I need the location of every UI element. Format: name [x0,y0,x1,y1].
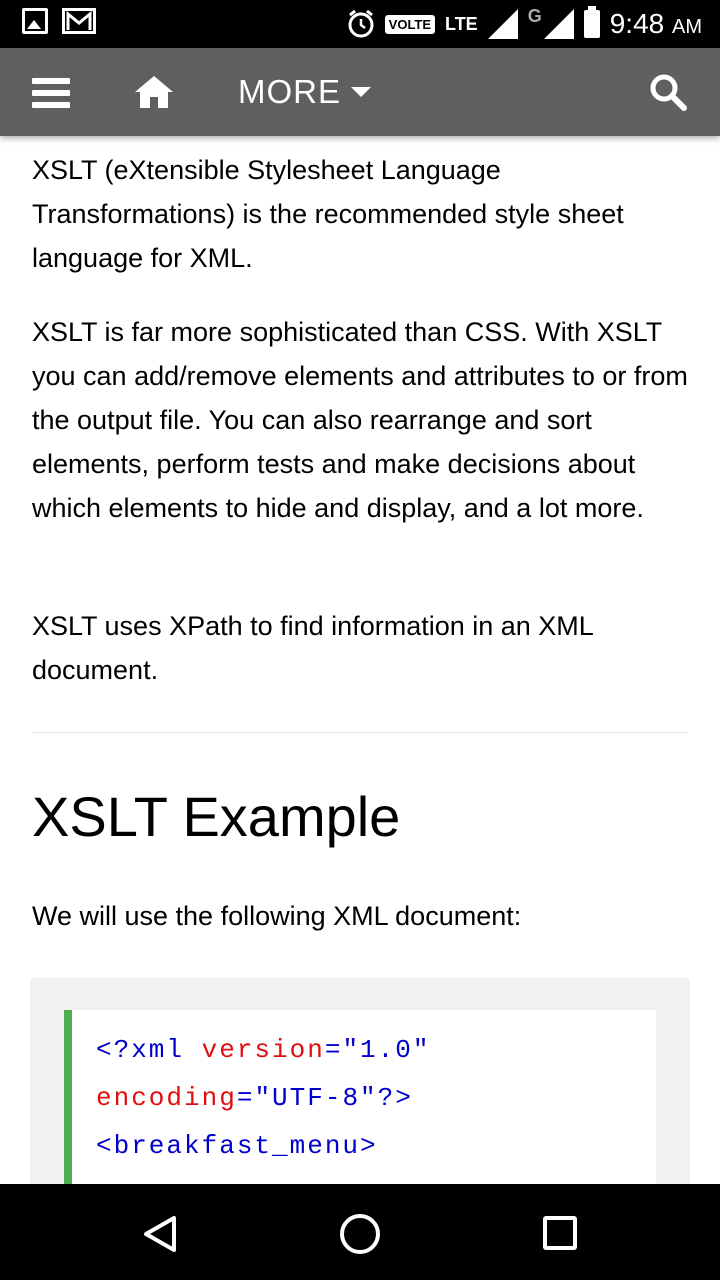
system-nav-bar [0,1184,720,1280]
code-line-1: <?xml version="1.0" [96,1035,431,1065]
network-g-label: G [527,6,542,26]
section-heading: XSLT Example [32,785,401,848]
back-icon[interactable] [140,1214,180,1254]
system-icons: VOLTE LTE G 9:48 AM [347,6,702,42]
code-example-panel: <?xml version="1.0" encoding="UTF-8"?> <… [32,978,688,1210]
example-intro: We will use the following XML document: [32,901,522,931]
notification-icons [22,8,96,34]
recent-apps-icon[interactable] [543,1216,577,1250]
search-icon[interactable] [648,72,688,112]
code-line-2: encoding="UTF-8"?> [96,1083,413,1113]
alarm-icon [348,10,374,38]
paragraph-intro: XSLT (eXtensible Stylesheet Language Tra… [32,155,624,273]
home-icon[interactable] [133,74,175,110]
battery-icon [583,6,600,38]
more-menu-button[interactable]: MORE [238,72,371,112]
paragraph-xpath: XSLT uses XPath to find information in a… [32,611,593,685]
section-divider [32,732,688,733]
signal-icon [543,9,574,39]
app-toolbar: MORE [0,48,720,136]
home-circle-icon[interactable] [340,1214,380,1254]
code-line-3: <breakfast_menu> [96,1131,378,1161]
caret-down-icon [351,87,371,97]
gallery-icon [22,8,48,34]
menu-icon[interactable] [32,78,70,108]
gmail-icon [62,8,96,34]
status-bar: VOLTE LTE G 9:48 AM [0,0,720,48]
paragraph-details: XSLT is far more sophisticated than CSS.… [32,317,688,523]
signal-icon [487,9,518,39]
code-block: <?xml version="1.0" encoding="UTF-8"?> <… [64,1010,656,1210]
lte-label: LTE [445,14,478,34]
status-clock: 9:48 AM [609,8,702,39]
volte-badge: VOLTE [384,14,436,34]
more-label: MORE [238,73,341,110]
